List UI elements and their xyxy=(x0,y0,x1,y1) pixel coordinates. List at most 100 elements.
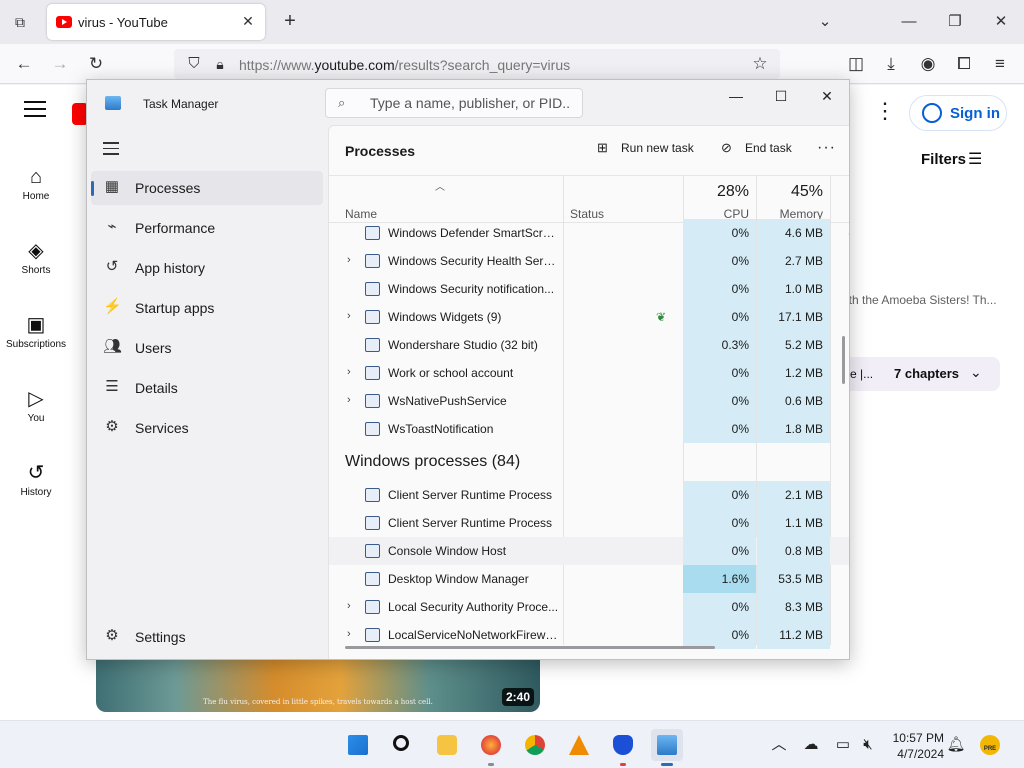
filters-sliders-icon[interactable]: ☰ xyxy=(968,149,988,168)
taskbar-file-explorer[interactable] xyxy=(431,729,463,761)
forward-icon[interactable]: → xyxy=(48,53,72,75)
expand-chevron-icon[interactable]: › xyxy=(347,366,351,378)
expand-chevron-icon[interactable]: › xyxy=(347,600,351,612)
sidebar-item-home[interactable]: ⌂ Home xyxy=(0,163,72,202)
memory-total-percent[interactable]: 45% xyxy=(753,183,823,201)
sort-ascending-icon[interactable]: ︿ xyxy=(435,178,445,193)
bookmark-star-icon[interactable]: ☆ xyxy=(748,53,772,75)
sign-in-button[interactable]: Sign in xyxy=(909,95,1007,131)
processes-toolbar: Processes ⊞ Run new task ⊘ End task ··· xyxy=(329,126,849,174)
show-hidden-icons-chevron-icon[interactable]: ︿ xyxy=(769,735,789,755)
extensions-icon[interactable]: ⧠ xyxy=(952,53,976,75)
close-window-button[interactable]: ✕ xyxy=(986,10,1016,34)
process-row[interactable]: Wondershare Studio (32 bit) 0.3% 5.2 MB xyxy=(329,331,849,359)
horizontal-scrollbar[interactable] xyxy=(345,646,715,649)
process-row[interactable]: › WsNativePushService 0% 0.6 MB xyxy=(329,387,849,415)
nav-item-settings[interactable]: ⚙ Settings xyxy=(91,620,323,654)
pocket-icon[interactable]: ◫ xyxy=(844,53,868,75)
minimize-window-button[interactable]: — xyxy=(894,10,924,34)
process-row[interactable]: Windows Defender SmartScreen 0% 4.6 MB xyxy=(329,219,849,247)
notifications-bell-icon[interactable]: 🔔︎ xyxy=(946,735,966,755)
process-memory: 53.5 MB xyxy=(757,565,830,593)
sidebar-item-history[interactable]: ↺ History xyxy=(0,459,72,498)
back-icon[interactable]: ← xyxy=(12,53,36,75)
downloads-icon[interactable]: ⤓ xyxy=(879,53,903,75)
minimize-button[interactable]: — xyxy=(723,86,749,106)
taskbar-vlc[interactable] xyxy=(563,729,595,761)
lock-icon[interactable]: 🔒︎ xyxy=(208,53,232,75)
nav-menu-icon[interactable] xyxy=(103,142,119,155)
youtube-menu-icon[interactable] xyxy=(24,101,46,119)
process-name: Console Window Host xyxy=(388,544,507,558)
nav-item-details[interactable]: ☰ Details xyxy=(91,371,323,405)
process-row[interactable]: Client Server Runtime Process 0% 1.1 MB xyxy=(329,509,849,537)
process-row[interactable]: › Windows Widgets (9) ❦ 0% 17.1 MB xyxy=(329,303,849,331)
weather-widget-icon[interactable]: PRE xyxy=(980,735,1004,755)
maximize-button[interactable]: ☐ xyxy=(768,86,794,106)
taskbar-firefox[interactable] xyxy=(475,729,507,766)
system-clock[interactable]: 10:57 PM 4/7/2024 xyxy=(888,730,944,762)
process-row[interactable]: › Windows Security Health Servi... 0% 2.7 M… xyxy=(329,247,849,275)
nav-item-processes[interactable]: ▦ Processes xyxy=(91,171,323,205)
browser-tab-youtube[interactable]: virus - YouTube ✕ xyxy=(47,4,265,40)
sidebar-item-subscriptions[interactable]: ▣ Subscriptions xyxy=(0,311,72,350)
expand-chevron-icon[interactable]: › xyxy=(347,254,351,266)
process-row[interactable]: › Local Security Authority Proce... 0% 8.3 … xyxy=(329,593,849,621)
process-row[interactable]: Desktop Window Manager 1.6% 53.5 MB xyxy=(329,565,849,593)
taskbar-search-button[interactable] xyxy=(387,729,419,761)
search-box[interactable]: ⌕ xyxy=(325,88,583,118)
process-row[interactable]: Client Server Runtime Process 0% 2.1 MB xyxy=(329,481,849,509)
expand-chevron-icon[interactable]: › xyxy=(347,310,351,322)
new-tab-button[interactable]: + xyxy=(280,10,300,32)
start-button[interactable] xyxy=(342,729,374,761)
process-icon xyxy=(365,310,380,324)
close-tab-icon[interactable]: ✕ xyxy=(239,12,257,30)
tracking-shield-icon[interactable]: ⛉ xyxy=(182,53,206,75)
address-bar[interactable]: ⛉ 🔒︎ https://www.youtube.com/results?sea… xyxy=(174,49,780,79)
video-thumbnail[interactable]: The flu virus, covered in little spikes,… xyxy=(96,660,540,712)
process-name: Client Server Runtime Process xyxy=(388,488,553,502)
process-row[interactable]: Console Window Host 0% 0.8 MB xyxy=(329,537,849,565)
more-options-icon[interactable]: ⋮ xyxy=(874,100,896,125)
close-button[interactable]: ✕ xyxy=(814,86,840,106)
sidebar-item-shorts[interactable]: ◈ Shorts xyxy=(0,237,72,276)
reload-icon[interactable]: ↻ xyxy=(84,53,108,75)
search-input[interactable] xyxy=(370,95,570,111)
more-options-icon[interactable]: ··· xyxy=(817,139,836,157)
nav-item-services[interactable]: ⚙ Services xyxy=(91,411,323,445)
taskbar-chrome[interactable] xyxy=(519,729,551,761)
process-row[interactable]: WsToastNotification 0% 1.8 MB xyxy=(329,415,849,443)
taskbar-task-manager[interactable] xyxy=(651,729,683,766)
process-row[interactable]: Windows Security notification... 0% 1.0 MB xyxy=(329,275,849,303)
list-all-tabs-icon[interactable]: ⌄ xyxy=(810,10,840,34)
process-row[interactable]: › Work or school account 0% 1.2 MB xyxy=(329,359,849,387)
expand-chevron-icon[interactable]: › xyxy=(347,628,351,640)
url-text[interactable]: https://www.youtube.com/results?search_q… xyxy=(239,57,570,73)
app-menu-icon[interactable]: ≡ xyxy=(988,53,1012,75)
network-icon[interactable]: ▭ xyxy=(833,735,853,755)
process-name: LocalServiceNoNetworkFirewa... xyxy=(388,628,560,642)
taskbar-malwarebytes[interactable] xyxy=(607,729,639,766)
vertical-scrollbar[interactable] xyxy=(842,336,845,384)
nav-item-startup-apps[interactable]: ⚡ Startup apps xyxy=(91,291,323,325)
nav-item-app-history[interactable]: ↺ App history xyxy=(91,251,323,285)
run-new-task-button[interactable]: ⊞ Run new task xyxy=(597,140,694,160)
volume-muted-icon[interactable]: 🔇︎ xyxy=(858,735,878,755)
filters-button[interactable]: Filters xyxy=(921,151,966,168)
nav-item-performance[interactable]: ⌁ Performance xyxy=(91,211,323,245)
nav-item-users[interactable]: 👥︎ Users xyxy=(91,331,323,365)
expand-chevron-icon[interactable]: › xyxy=(347,394,351,406)
account-icon[interactable]: ◉ xyxy=(916,53,940,75)
sidebar-item-you[interactable]: ▷ You xyxy=(0,385,72,424)
process-icon xyxy=(365,422,380,436)
onedrive-sync-off-icon[interactable]: ☁ xyxy=(801,735,821,755)
chapters-button[interactable]: re |... 7 chapters ⌄ xyxy=(836,357,1000,391)
end-task-button[interactable]: ⊘ End task xyxy=(721,140,792,160)
cpu-total-percent[interactable]: 28% xyxy=(689,183,749,201)
process-name: Local Security Authority Proce... xyxy=(388,600,559,614)
nav-item-label: Services xyxy=(135,420,189,436)
tab-list-icon[interactable]: ⧉ xyxy=(8,11,32,33)
restore-window-button[interactable]: ❐ xyxy=(940,10,970,34)
url-domain: youtube.com xyxy=(314,57,395,73)
process-row[interactable]: › LocalServiceNoNetworkFirewa... 0% 11.2 MB xyxy=(329,621,849,649)
